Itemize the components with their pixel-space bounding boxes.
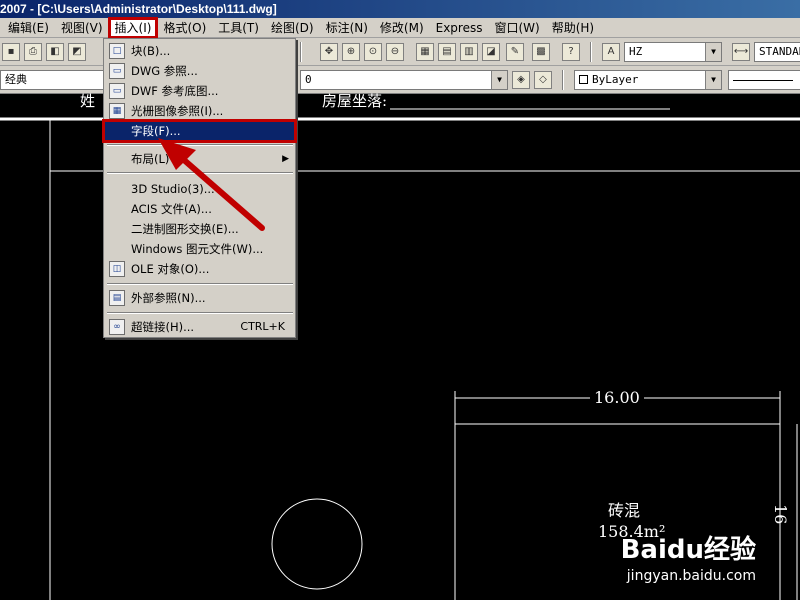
menu-separator [107, 283, 293, 285]
dimension-text: 16.00 [590, 388, 644, 407]
menu-item-dwg-xref[interactable]: ▭ DWG 参照... [104, 61, 295, 81]
hyperlink-icon: ∞ [109, 319, 125, 335]
design-center-icon[interactable]: ▤ [438, 43, 456, 61]
menu-item-hyperlink[interactable]: ∞ 超链接(H)... CTRL+K [104, 317, 295, 337]
menu-edit[interactable]: 编辑(E) [0, 18, 55, 38]
menu-window[interactable]: 窗口(W) [488, 18, 545, 38]
layer-previous-icon[interactable]: ◇ [534, 71, 552, 89]
menu-separator [107, 312, 293, 314]
menu-item-raster-image[interactable]: ▦ 光栅图像参照(I)... [104, 101, 295, 121]
menu-express[interactable]: Express [430, 18, 489, 38]
shortcut-label: CTRL+K [240, 320, 285, 333]
zoom-window-icon[interactable]: ⊙ [364, 43, 382, 61]
label-house-location: 房屋坐落: [322, 92, 388, 110]
menu-separator [107, 172, 293, 174]
watermark-url: jingyan.baidu.com [626, 568, 756, 584]
print-icon[interactable]: ⎙ [24, 43, 42, 61]
save-icon[interactable]: ▪ [2, 43, 20, 61]
color-combo[interactable]: ByLayer ▼ [574, 70, 722, 90]
menu-item-xref-manager[interactable]: ▤ 外部参照(N)... [104, 288, 295, 308]
toolbar-separator [562, 70, 564, 90]
help-icon[interactable]: ? [562, 43, 580, 61]
workspace-combo[interactable]: 经典 [0, 70, 110, 90]
ole-object-icon: ◫ [109, 261, 125, 277]
xref-manager-icon: ▤ [109, 290, 125, 306]
menu-item-wmf[interactable]: Windows 图元文件(W)... [104, 239, 295, 259]
chevron-down-icon: ▼ [491, 71, 507, 89]
submenu-arrow-icon: ▶ [282, 154, 289, 164]
menu-item-field[interactable]: 字段(F)... [102, 119, 297, 143]
zoom-previous-icon[interactable]: ⊖ [386, 43, 404, 61]
pan-icon[interactable]: ✥ [320, 43, 338, 61]
linetype-combo[interactable] [728, 70, 800, 90]
menu-item-dwf-underlay[interactable]: ▭ DWF 参考底图... [104, 81, 295, 101]
make-object-layer-current-icon[interactable]: ◈ [512, 71, 530, 89]
linetype-preview [733, 79, 793, 81]
preview-icon[interactable]: ◧ [46, 43, 64, 61]
circle-shape [271, 498, 363, 590]
block-icon: □ [109, 43, 125, 59]
menu-separator [107, 144, 293, 146]
color-swatch [579, 75, 588, 84]
menu-item-3d-studio[interactable]: 3D Studio(3)... [104, 179, 295, 199]
menu-format[interactable]: 格式(O) [157, 18, 212, 38]
menu-view[interactable]: 视图(V) [55, 18, 109, 38]
text-style-icon[interactable]: A [602, 43, 620, 61]
menu-draw[interactable]: 绘图(D) [265, 18, 320, 38]
sheet-set-icon[interactable]: ◪ [482, 43, 500, 61]
menu-modify[interactable]: 修改(M) [374, 18, 430, 38]
toolbar-separator [590, 42, 592, 62]
dwf-underlay-icon: ▭ [109, 83, 125, 99]
markup-icon[interactable]: ✎ [506, 43, 524, 61]
title-bar: 2007 - [C:\Users\Administrator\Desktop\1… [0, 0, 800, 18]
menu-item-ole-object[interactable]: ◫ OLE 对象(O)... [104, 259, 295, 279]
menu-item-block[interactable]: □ 块(B)... [104, 41, 295, 61]
menu-tools[interactable]: 工具(T) [212, 18, 265, 38]
menu-help[interactable]: 帮助(H) [546, 18, 600, 38]
tool-palettes-icon[interactable]: ▥ [460, 43, 478, 61]
properties-icon[interactable]: ▦ [416, 43, 434, 61]
watermark-brand: Baidu经验 [620, 535, 756, 565]
menu-item-binary-dxf[interactable]: 二进制图形交换(E)... [104, 219, 295, 239]
baidu-watermark: Baidu经验 jingyan.baidu.com [621, 529, 756, 584]
menu-bar: 编辑(E) 视图(V) 插入(I) 格式(O) 工具(T) 绘图(D) 标注(N… [0, 16, 800, 39]
dwg-xref-icon: ▭ [109, 63, 125, 79]
menu-dimension[interactable]: 标注(N) [320, 18, 374, 38]
vertical-dimension-text: 16 [771, 504, 790, 525]
dim-style-icon[interactable]: ⟷ [732, 43, 750, 61]
text-style-combo[interactable]: HZ ▼ [624, 42, 722, 62]
layer-combo[interactable]: 0 ▼ [300, 70, 508, 90]
label-partial-left: 姓 [80, 92, 96, 110]
chevron-down-icon: ▼ [705, 71, 721, 89]
insert-menu-dropdown: □ 块(B)... ▭ DWG 参照... ▭ DWF 参考底图... ▦ 光栅图像参照… [102, 38, 297, 338]
window-title: 2007 - [C:\Users\Administrator\Desktop\1… [0, 2, 277, 16]
menu-item-acis[interactable]: ACIS 文件(A)... [104, 199, 295, 219]
calculator-icon[interactable]: ▩ [532, 43, 550, 61]
menu-insert[interactable]: 插入(I) [107, 16, 159, 39]
room-name: 砖混 [608, 501, 641, 520]
raster-image-icon: ▦ [109, 103, 125, 119]
menu-item-layout[interactable]: 布局(L) ▶ [104, 149, 295, 169]
dim-style-combo[interactable]: STANDAR [754, 42, 800, 62]
zoom-realtime-icon[interactable]: ⊕ [342, 43, 360, 61]
publish-icon[interactable]: ◩ [68, 43, 86, 61]
toolbar-separator [300, 42, 302, 62]
chevron-down-icon: ▼ [705, 43, 721, 61]
